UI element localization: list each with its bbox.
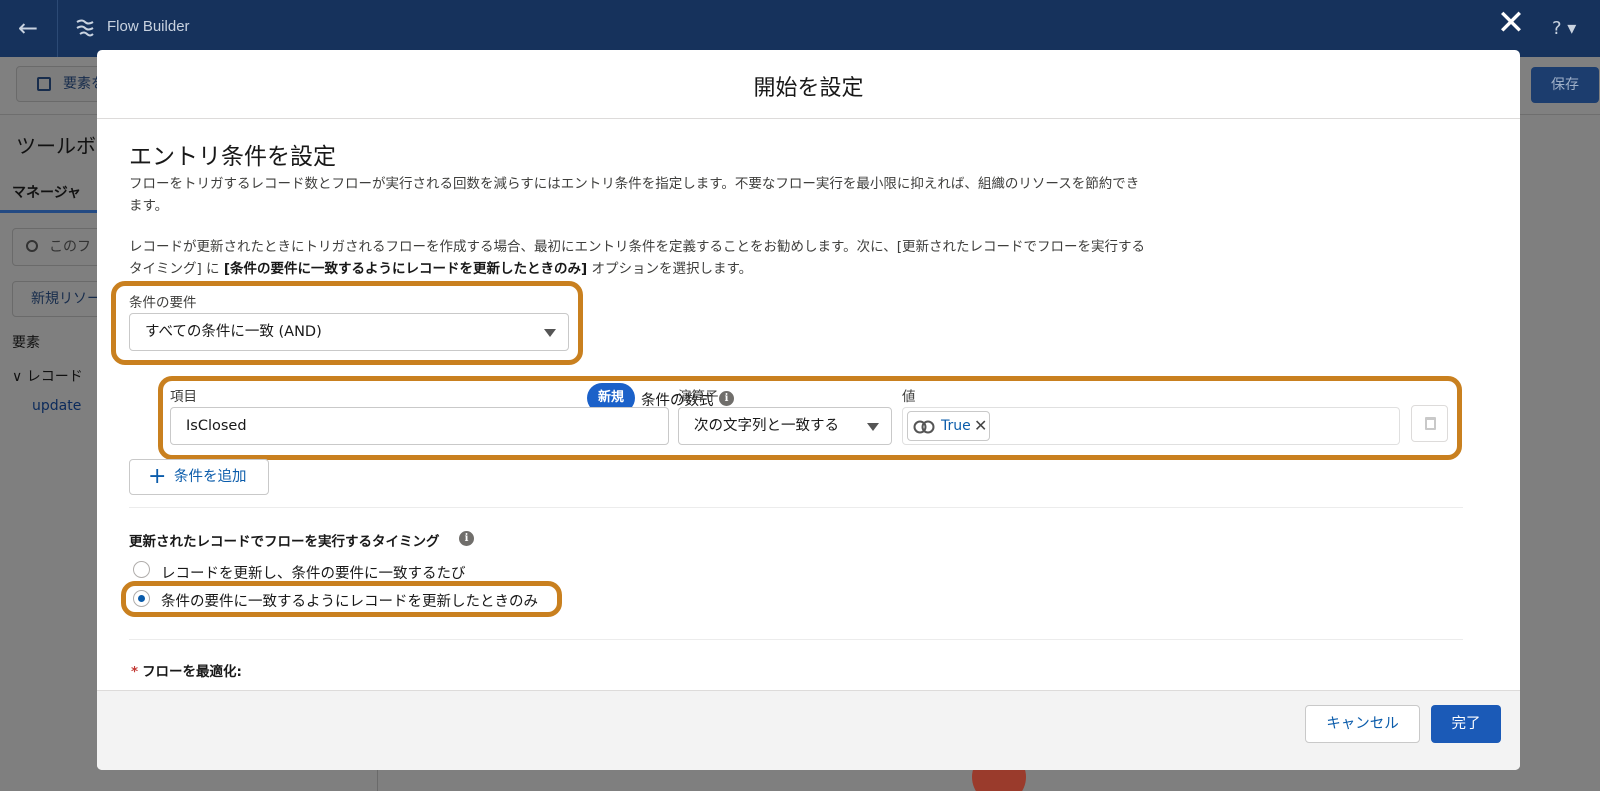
checklist-icon xyxy=(37,77,51,91)
record-group-label: レコード xyxy=(26,369,83,385)
condition-requirement-select[interactable]: すべての条件に一致 (AND) xyxy=(129,313,569,351)
search-placeholder: このフ xyxy=(49,239,91,255)
flow-icon xyxy=(76,19,94,37)
done-button[interactable]: 完了 xyxy=(1431,705,1501,743)
entry-conditions-recommendation: レコードが更新されたときにトリガされるフローを作成する場合、最初にエントリ条件を… xyxy=(129,236,1149,280)
value-pill-label: True xyxy=(941,418,971,434)
entry-conditions-description: フローをトリガするレコード数とフローが実行される回数を減らすにはエントリ条件を指… xyxy=(129,176,1140,214)
search-icon xyxy=(26,240,38,252)
operator-value: 次の文字列と一致する xyxy=(694,418,839,434)
plus-icon: + xyxy=(148,464,167,489)
optimize-flow-text: フローを最適化: xyxy=(142,664,242,680)
recommendation-option-name: [条件の要件に一致するようにレコードを更新したときのみ] xyxy=(223,261,588,277)
required-asterisk: * xyxy=(131,664,139,680)
radio-only-when-met-label[interactable]: 条件の要件に一致するようにレコードを更新したときのみ xyxy=(161,590,538,611)
section-divider xyxy=(129,639,1463,640)
delete-condition-button[interactable] xyxy=(1411,405,1448,442)
new-resource-button[interactable]: 新規リソー xyxy=(12,281,102,317)
dropdown-caret-icon xyxy=(544,329,556,337)
help-menu[interactable]: ? ▾ xyxy=(1552,18,1576,39)
section-title: エントリ条件を設定 xyxy=(129,144,336,170)
record-group-toggle[interactable]: ∨ レコード xyxy=(12,366,83,386)
condition-requirement-label: 条件の要件 xyxy=(129,295,197,311)
section-divider xyxy=(129,507,1463,508)
value-label: 値 xyxy=(902,389,916,405)
modal-footer: キャンセル 完了 xyxy=(97,690,1520,770)
trash-icon xyxy=(1425,417,1436,430)
add-condition-button[interactable]: + 条件を追加 xyxy=(129,459,269,495)
close-icon[interactable]: ✕ xyxy=(1494,6,1528,40)
radio-every-update-label[interactable]: レコードを更新し、条件の要件に一致するたび xyxy=(161,562,466,583)
operator-label: 演算子 xyxy=(678,389,719,405)
modal-header: 開始を設定 xyxy=(97,50,1520,119)
header-divider xyxy=(57,0,58,57)
app-title: Flow Builder xyxy=(107,18,190,35)
toolbox-title: ツールボ xyxy=(16,134,96,158)
field-input[interactable]: IsClosed xyxy=(170,407,669,445)
condition-requirement-value: すべての条件に一致 (AND) xyxy=(145,324,322,340)
back-arrow-icon[interactable]: ← xyxy=(14,14,42,42)
cancel-button[interactable]: キャンセル xyxy=(1305,705,1420,743)
boolean-icon xyxy=(913,420,935,434)
modal-body: エントリ条件を設定 フローをトリガするレコード数とフローが実行される回数を減らす… xyxy=(97,119,1520,690)
modal-scrollbar[interactable]: ˄ ˅ xyxy=(1508,119,1520,690)
elements-heading: 要素 xyxy=(12,335,40,351)
field-label: 項目 xyxy=(170,389,197,405)
value-input[interactable]: True ✕ xyxy=(902,407,1400,445)
operator-select[interactable]: 次の文字列と一致する xyxy=(678,407,892,445)
optimize-flow-label: * フローを最適化: xyxy=(131,660,242,680)
active-tab-indicator xyxy=(0,210,97,213)
radio-every-update[interactable] xyxy=(133,561,150,578)
app-header: ← Flow Builder ✕ ? ▾ xyxy=(0,0,1600,57)
recommendation-text-end: オプションを選択します。 xyxy=(587,261,753,277)
run-timing-label: 更新されたレコードでフローを実行するタイミング xyxy=(129,534,440,550)
save-button[interactable]: 保存 xyxy=(1531,67,1599,103)
chevron-down-icon: ∨ xyxy=(12,369,27,385)
tab-manager[interactable]: マネージャ xyxy=(12,182,81,202)
radio-only-when-met[interactable] xyxy=(133,590,150,607)
modal-title: 開始を設定 xyxy=(753,76,864,101)
sidebar-item-update[interactable]: update xyxy=(32,398,81,414)
configure-start-modal: 開始を設定 エントリ条件を設定 フローをトリガするレコード数とフローが実行される… xyxy=(97,50,1520,770)
value-pill[interactable]: True ✕ xyxy=(907,411,990,441)
dropdown-caret-icon xyxy=(867,423,879,431)
add-condition-label: 条件を追加 xyxy=(174,469,247,485)
info-icon[interactable]: i xyxy=(459,531,474,546)
sidebar-search-input[interactable]: このフ xyxy=(12,228,102,266)
remove-pill-icon[interactable]: ✕ xyxy=(974,416,987,435)
